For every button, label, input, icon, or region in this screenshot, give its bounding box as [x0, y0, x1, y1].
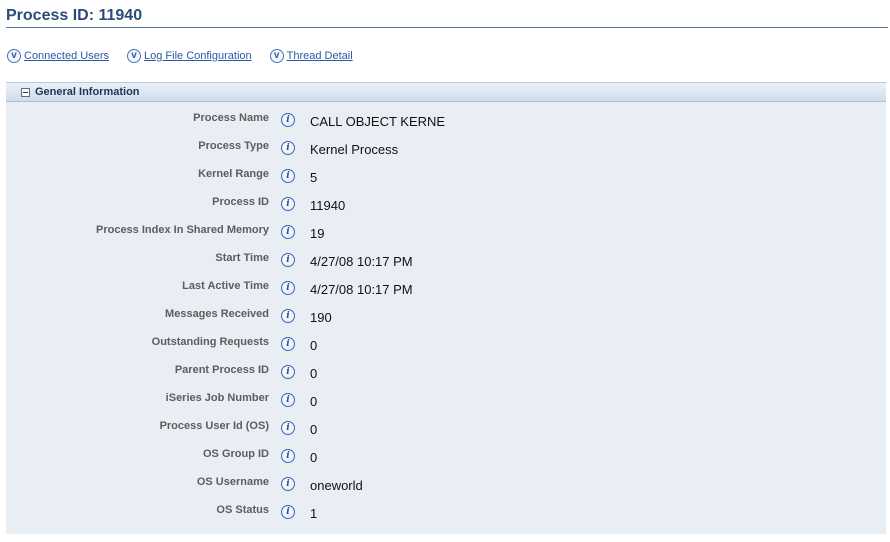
field-value: 19 — [310, 226, 325, 241]
info-icon[interactable]: i — [281, 197, 295, 211]
v-circle-icon: v — [127, 49, 141, 63]
info-icon[interactable]: i — [281, 449, 295, 463]
field-value: 4/27/08 10:17 PM — [310, 282, 413, 297]
related-links: v Connected Users v Log File Configurati… — [7, 49, 371, 63]
field-value: 0 — [310, 450, 318, 465]
info-icon[interactable]: i — [281, 169, 295, 183]
field-label: Process ID — [212, 196, 269, 208]
field-label: Process Index In Shared Memory — [95, 224, 269, 236]
field-row-process-name: Process Name i CALL OBJECT KERNE — [6, 112, 886, 130]
page: Process ID: 11940 v Connected Users v Lo… — [0, 0, 890, 542]
field-row-process-type: Process Type i Kernel Process — [6, 140, 886, 158]
field-row-process-index: Process Index In Shared Memory i 19 — [6, 224, 886, 242]
field-row-parent-process-id: Parent Process ID i 0 — [6, 364, 886, 382]
field-value: 0 — [310, 422, 318, 437]
field-row-os-group-id: OS Group ID i 0 — [6, 448, 886, 466]
info-icon[interactable]: i — [281, 113, 295, 127]
log-file-configuration-link-label[interactable]: Log File Configuration — [144, 50, 252, 62]
field-value: 0 — [310, 366, 318, 381]
field-row-outstanding-requests: Outstanding Requests i 0 — [6, 336, 886, 354]
field-label: Process Name — [193, 112, 269, 124]
v-circle-icon: v — [7, 49, 21, 63]
field-label: Kernel Range — [198, 168, 269, 180]
field-value: 11940 — [310, 198, 346, 213]
field-label: Process User Id (OS) — [159, 420, 269, 432]
field-label: OS Username — [196, 476, 269, 488]
info-icon[interactable]: i — [281, 505, 295, 519]
field-row-process-id: Process ID i 11940 — [6, 196, 886, 214]
info-icon[interactable]: i — [281, 365, 295, 379]
field-row-kernel-range: Kernel Range i 5 — [6, 168, 886, 186]
thread-detail-link[interactable]: v Thread Detail — [269, 49, 353, 63]
field-value: CALL OBJECT KERNE — [310, 114, 446, 129]
field-value: oneworld — [310, 478, 363, 493]
info-icon[interactable]: i — [281, 141, 295, 155]
page-title: Process ID: 11940 — [6, 7, 143, 24]
info-icon[interactable]: i — [281, 281, 295, 295]
thread-detail-link-label[interactable]: Thread Detail — [287, 50, 353, 62]
field-label: Start Time — [215, 252, 269, 264]
field-row-messages-received: Messages Received i 190 — [6, 308, 886, 326]
connected-users-link-label[interactable]: Connected Users — [24, 50, 109, 62]
info-icon[interactable]: i — [281, 393, 295, 407]
general-information-panel: Process Name i CALL OBJECT KERNE Process… — [6, 102, 886, 534]
info-icon[interactable]: i — [281, 253, 295, 267]
field-row-last-active-time: Last Active Time i 4/27/08 10:17 PM — [6, 280, 886, 298]
field-row-os-username: OS Username i oneworld — [6, 476, 886, 494]
info-icon[interactable]: i — [281, 309, 295, 323]
field-label: Parent Process ID — [174, 364, 269, 376]
field-label: Messages Received — [165, 308, 269, 320]
field-row-os-status: OS Status i 1 — [6, 504, 886, 522]
field-label: OS Group ID — [203, 448, 269, 460]
field-value: 190 — [310, 310, 332, 325]
general-information-header[interactable]: General Information — [6, 82, 886, 102]
field-value: Kernel Process — [310, 142, 399, 157]
field-label: OS Status — [216, 504, 269, 516]
field-value: 5 — [310, 170, 318, 185]
section-title: General Information — [35, 86, 140, 98]
field-label: iSeries Job Number — [165, 392, 269, 404]
title-divider — [6, 27, 888, 28]
field-value: 0 — [310, 338, 318, 353]
field-value: 4/27/08 10:17 PM — [310, 254, 413, 269]
field-label: Last Active Time — [182, 280, 269, 292]
info-icon[interactable]: i — [281, 477, 295, 491]
field-row-iseries-job-number: iSeries Job Number i 0 — [6, 392, 886, 410]
field-label: Outstanding Requests — [151, 336, 269, 348]
field-label: Process Type — [198, 140, 269, 152]
field-value: 0 — [310, 394, 318, 409]
log-file-configuration-link[interactable]: v Log File Configuration — [127, 49, 252, 63]
collapse-icon[interactable] — [21, 87, 30, 97]
field-row-process-user-id: Process User Id (OS) i 0 — [6, 420, 886, 438]
info-icon[interactable]: i — [281, 225, 295, 239]
info-icon[interactable]: i — [281, 421, 295, 435]
connected-users-link[interactable]: v Connected Users — [7, 49, 109, 63]
field-row-start-time: Start Time i 4/27/08 10:17 PM — [6, 252, 886, 270]
info-icon[interactable]: i — [281, 337, 295, 351]
v-circle-icon: v — [269, 49, 284, 63]
field-value: 1 — [310, 506, 318, 521]
